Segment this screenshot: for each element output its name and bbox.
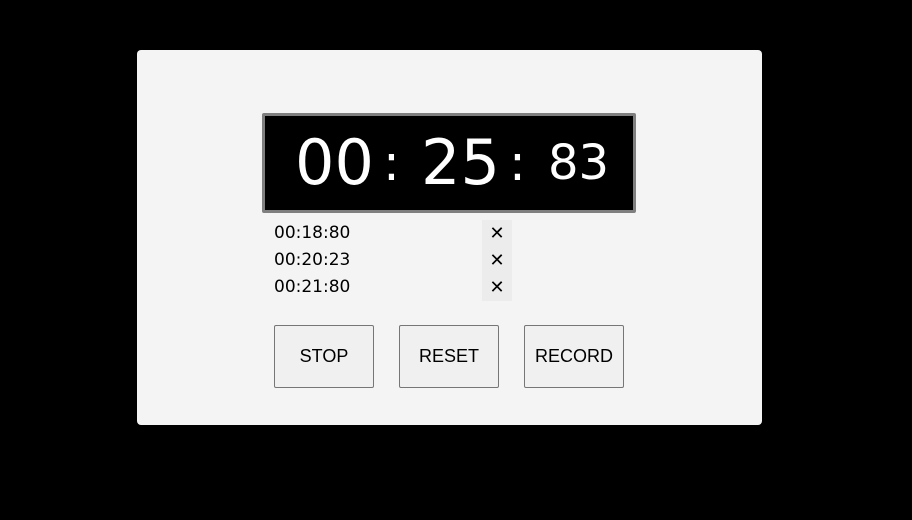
stopwatch-card: 00 : 25 : 83 00:18:80 ✕ 00:20:23 ✕ 00:21… [137, 50, 762, 425]
lap-item: 00:20:23 ✕ [274, 247, 512, 274]
lap-time: 00:21:80 [274, 277, 351, 297]
stop-button[interactable]: STOP [274, 325, 374, 388]
timer-separator: : [509, 134, 526, 192]
delete-lap-button[interactable]: ✕ [482, 220, 512, 247]
reset-button[interactable]: RESET [399, 325, 499, 388]
record-button[interactable]: RECORD [524, 325, 624, 388]
delete-lap-button[interactable]: ✕ [482, 274, 512, 301]
timer-minutes: 00 [295, 126, 374, 199]
lap-time: 00:18:80 [274, 223, 351, 243]
timer-display: 00 : 25 : 83 [262, 113, 636, 213]
lap-item: 00:21:80 ✕ [274, 274, 512, 301]
lap-list: 00:18:80 ✕ 00:20:23 ✕ 00:21:80 ✕ [274, 220, 512, 301]
lap-item: 00:18:80 ✕ [274, 220, 512, 247]
timer-separator: : [383, 134, 400, 192]
timer-seconds: 25 [421, 126, 500, 199]
timer-centiseconds: 83 [548, 135, 610, 191]
lap-time: 00:20:23 [274, 250, 351, 270]
delete-lap-button[interactable]: ✕ [482, 247, 512, 274]
